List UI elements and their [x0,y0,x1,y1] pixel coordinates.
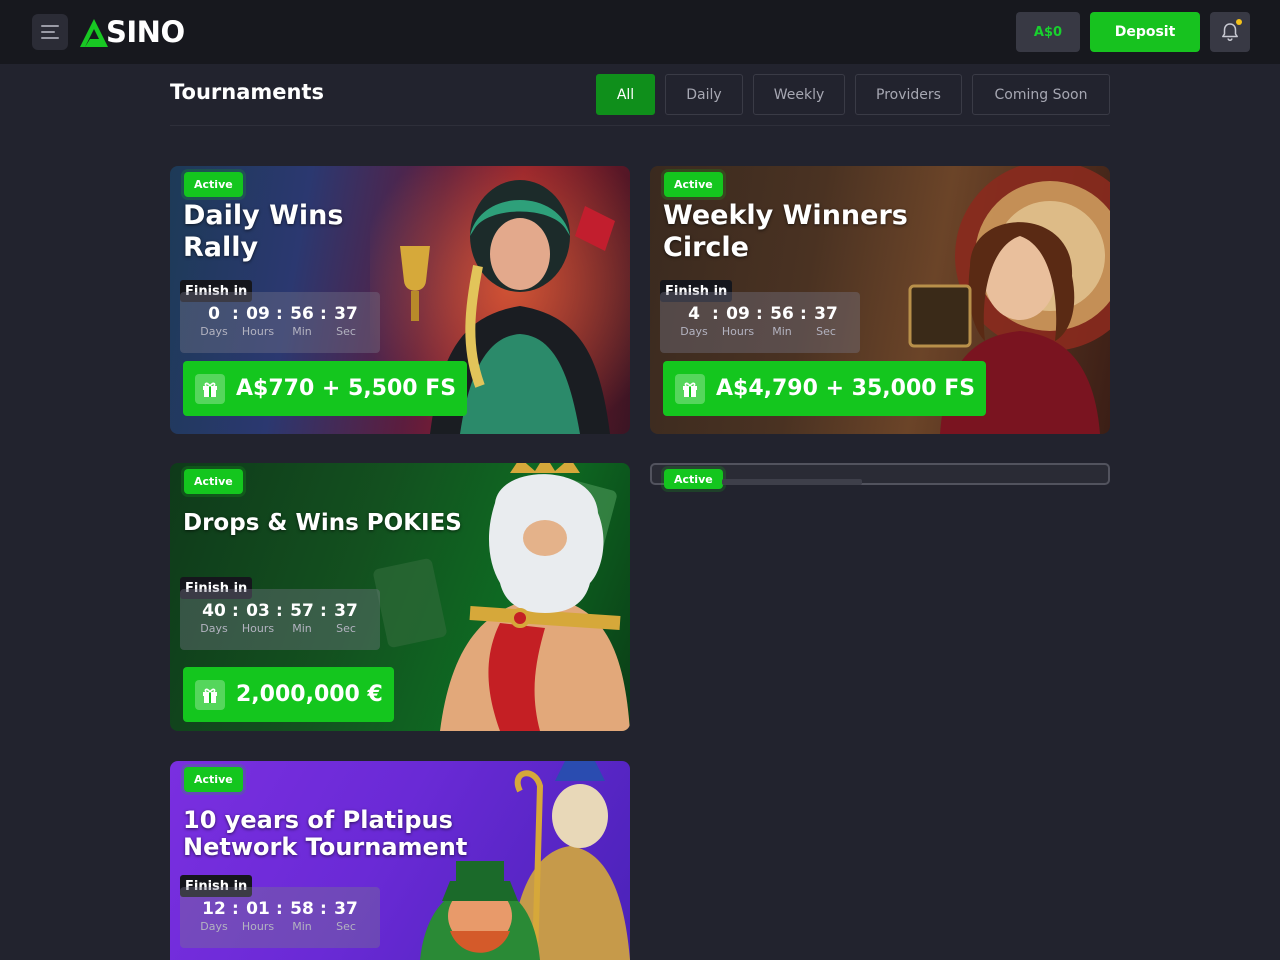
timer-hours-label: Hours [241,622,275,635]
filter-weekly[interactable]: Weekly [753,74,845,115]
timer-min-label: Min [292,622,312,635]
timer-days: 40 [202,601,226,621]
timer-min: 58 [290,899,314,919]
timer-sec: 37 [334,899,358,919]
filter-all[interactable]: All [596,74,655,115]
timer-sec: 37 [334,304,358,324]
top-bar: SINO A$0 Deposit [0,0,1280,64]
timer-days-label: Days [680,325,708,338]
divider [170,125,1110,126]
deposit-button[interactable]: Deposit [1090,12,1200,52]
timer-hours: 09 [726,304,750,324]
gift-icon [195,679,225,710]
filter-coming-soon[interactable]: Coming Soon [972,74,1110,115]
timer-hours-label: Hours [721,325,755,338]
timer-days-label: Days [200,920,228,933]
timer-days: 0 [208,304,220,324]
bell-icon [1222,23,1238,42]
status-badge: Active [664,172,723,197]
loading-placeholder [722,479,862,485]
timer-sec-label: Sec [336,622,356,635]
timer-min: 56 [290,304,314,324]
menu-button[interactable] [32,14,68,50]
tournament-title-line2: Network Tournament [183,833,468,861]
prize-pool: 2,000,000 € [183,667,394,722]
timer-sec-label: Sec [816,325,836,338]
tournament-title-line2: Rally [183,232,259,263]
logo-mark-icon [80,19,108,47]
prize-pool: A$4,790 + 35,000 FS [663,361,987,416]
timer-days: 12 [202,899,226,919]
hamburger-icon [41,25,59,27]
notifications-button[interactable] [1210,12,1250,52]
notification-dot [1236,19,1242,25]
tournament-title-line1: Drops & Wins POKIES [183,510,462,536]
tournament-title-line1: 10 years of Platipus [183,806,453,834]
countdown-timer: 0 Days : 09 Hours : 56 Min : 37 Sec [180,292,380,353]
prize-pool: A$770 + 5,500 FS [183,361,468,416]
timer-min-label: Min [292,325,312,338]
timer-hours-label: Hours [241,325,275,338]
prize-amount: 2,000,000 € [236,682,383,707]
prize-amount: A$770 + 5,500 FS [236,376,457,401]
balance-display[interactable]: A$0 [1016,12,1080,52]
tournament-title-line2: Circle [663,232,749,263]
timer-min-label: Min [772,325,792,338]
timer-hours: 03 [246,601,270,621]
timer-min: 56 [770,304,794,324]
tournament-card-drops-wins-pokies[interactable]: Active Drops & Wins POKIES Finish in 40 D… [170,463,630,731]
tournament-card-daily-wins-rally[interactable]: Active Daily Wins Rally Finish in 0 Days … [170,166,630,434]
timer-days-label: Days [200,622,228,635]
tournament-title-line1: Daily Wins [183,200,344,231]
gift-icon [195,373,225,404]
zeus-character-image [373,463,630,731]
tournament-card-platipus[interactable]: Active 10 years of Platipus Network Tour… [170,761,630,960]
timer-hours: 09 [246,304,270,324]
filter-providers[interactable]: Providers [855,74,962,115]
countdown-timer: 40 Days : 03 Hours : 57 Min : 37 Sec [180,589,380,650]
countdown-timer: 12 Days : 01 Hours : 58 Min : 37 Sec [180,887,380,948]
tournament-title-line1: Weekly Winners [663,200,908,231]
status-badge: Active [184,469,243,494]
filter-daily[interactable]: Daily [665,74,743,115]
status-badge: Active [184,172,243,197]
timer-sec: 37 [814,304,838,324]
timer-min-label: Min [292,920,312,933]
timer-hours: 01 [246,899,270,919]
prize-amount: A$4,790 + 35,000 FS [716,376,976,401]
timer-sec-label: Sec [336,920,356,933]
status-badge: Active [184,767,243,792]
timer-days: 4 [688,304,700,324]
timer-days-label: Days [200,325,228,338]
timer-sec-label: Sec [336,325,356,338]
timer-sec: 37 [334,601,358,621]
tournament-card-loading[interactable]: Active [650,463,1110,489]
page-title: Tournaments [170,80,325,104]
gift-icon [675,373,705,404]
logo[interactable]: SINO [80,15,185,49]
logo-text: SINO [106,15,185,49]
tournament-card-weekly-winners-circle[interactable]: Active Weekly Winners Circle Finish in 4… [650,166,1110,434]
countdown-timer: 4 Days : 09 Hours : 56 Min : 37 Sec [660,292,860,353]
timer-min: 57 [290,601,314,621]
status-badge: Active [664,469,723,489]
timer-hours-label: Hours [241,920,275,933]
